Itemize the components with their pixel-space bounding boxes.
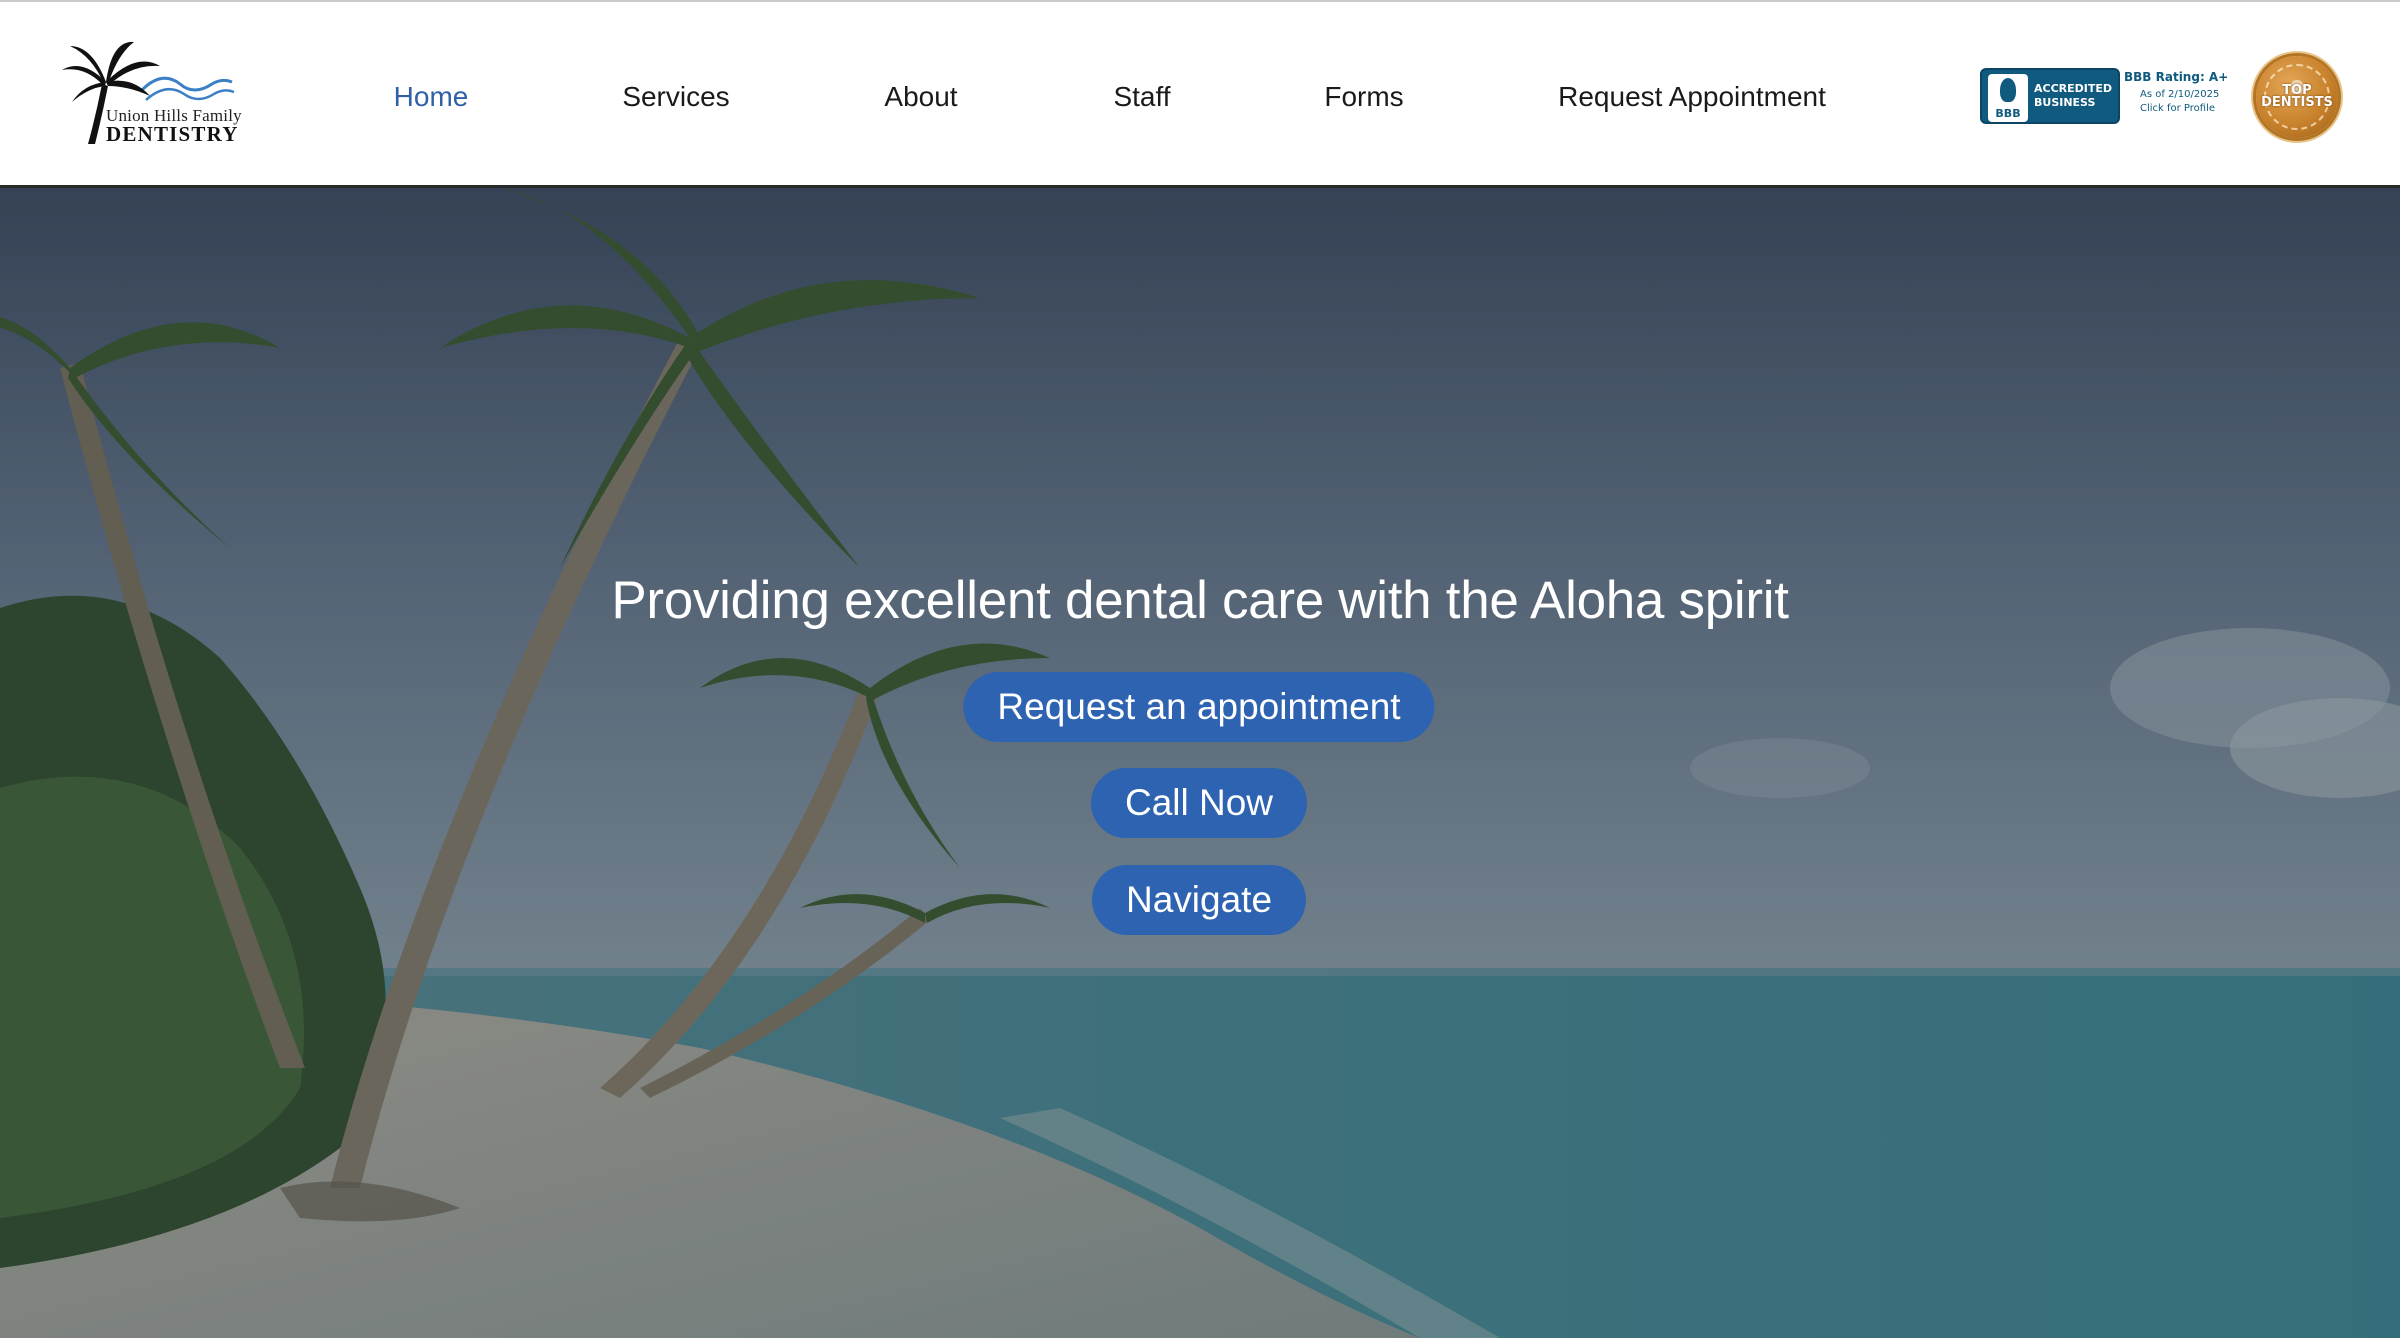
bbb-click-profile: Click for Profile [2140, 103, 2216, 114]
site-logo[interactable]: Union Hills Family DENTISTRY [62, 40, 242, 150]
bbb-accredited-badge[interactable]: BBB ACCREDITED BUSINESS BBB Rating: A+ A… [1980, 68, 2229, 124]
call-now-button[interactable]: Call Now [1090, 768, 1308, 838]
bbb-badge-box: BBB ACCREDITED BUSINESS [1980, 68, 2120, 124]
bbb-business-line: BUSINESS [2034, 96, 2096, 109]
bbb-accredited-text: ACCREDITED BUSINESS [2034, 82, 2112, 110]
bbb-as-of: As of 2/10/2025 [2140, 89, 2220, 100]
bbb-torch-label: BBB [1995, 107, 2021, 120]
logo-text-bottom: DENTISTRY [106, 122, 239, 146]
nav-staff[interactable]: Staff [1113, 76, 1170, 118]
bbb-torch-icon: BBB [1988, 74, 2028, 122]
seal-text-bottom: DENTISTS [2261, 95, 2333, 110]
hero-section: Providing excellent dental care with the… [0, 188, 2400, 1338]
nav-request-appointment[interactable]: Request Appointment [1558, 76, 1826, 118]
bbb-rating: BBB Rating: A+ [2124, 70, 2229, 84]
hero-tagline: Providing excellent dental care with the… [611, 571, 1789, 630]
nav-services[interactable]: Services [622, 76, 729, 118]
top-dentists-seal[interactable]: TOP DENTISTS [2256, 56, 2338, 138]
request-appointment-button[interactable]: Request an appointment [963, 672, 1435, 742]
navigate-button[interactable]: Navigate [1091, 865, 1307, 935]
nav-home[interactable]: Home [394, 76, 469, 118]
bbb-accredited-line: ACCREDITED [2034, 82, 2113, 95]
nav-forms[interactable]: Forms [1324, 76, 1403, 118]
site-header: Union Hills Family DENTISTRY Home Servic… [0, 0, 2400, 188]
nav-about[interactable]: About [884, 76, 957, 118]
